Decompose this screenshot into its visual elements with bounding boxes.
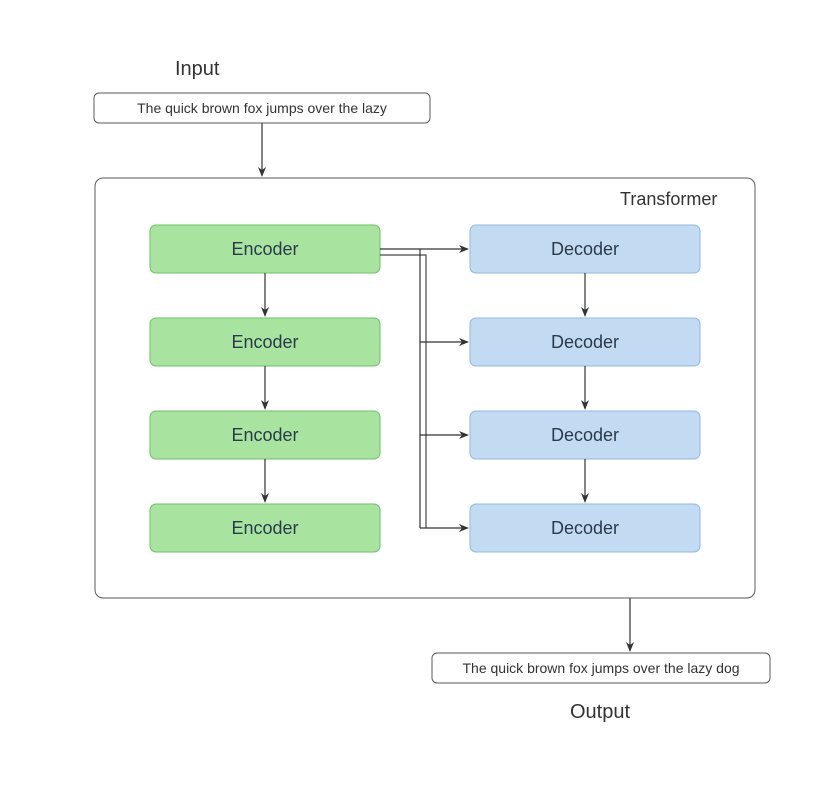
decoder-label-1: Decoder (551, 239, 619, 259)
decoder-label-2: Decoder (551, 332, 619, 352)
encoder-label-2: Encoder (231, 332, 298, 352)
input-text: The quick brown fox jumps over the lazy (137, 100, 387, 116)
encoder-label-1: Encoder (231, 239, 298, 259)
decoder-label-3: Decoder (551, 425, 619, 445)
decoder-label-4: Decoder (551, 518, 619, 538)
decoders-column: Decoder Decoder Decoder Decoder (470, 225, 700, 552)
transformer-diagram: Input The quick brown fox jumps over the… (0, 0, 840, 800)
encoder-label-4: Encoder (231, 518, 298, 538)
input-label: Input (175, 58, 220, 80)
output-text: The quick brown fox jumps over the lazy … (462, 660, 739, 676)
cross-trunk-2 (380, 255, 426, 528)
output-label: Output (570, 701, 630, 723)
encoder-label-3: Encoder (231, 425, 298, 445)
encoders-column: Encoder Encoder Encoder Encoder (150, 225, 380, 552)
transformer-label: Transformer (620, 189, 717, 209)
